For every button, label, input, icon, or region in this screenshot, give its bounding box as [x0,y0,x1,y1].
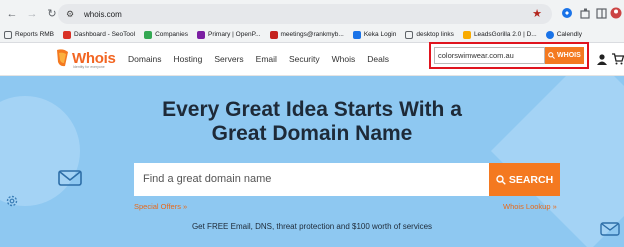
bookmark-item[interactable]: Reports RMB [4,30,54,39]
bookmark-item[interactable]: Keka Login [352,30,396,39]
free-services-text: Get FREE Email, DNS, threat protection a… [191,222,433,231]
whois-search-button[interactable]: WHOIS [544,47,584,64]
back-icon[interactable]: ← [4,6,20,22]
companies-icon [144,30,153,39]
bookmark-item[interactable]: Calendly [545,30,582,39]
extensions-puzzle-icon[interactable] [578,6,592,20]
domain-search-input[interactable]: Find a great domain name [134,163,489,196]
nav-hosting[interactable]: Hosting [174,54,203,64]
whois-button-label: WHOIS [557,52,581,59]
bookmark-item[interactable]: Primary | OpenP... [196,30,261,39]
sidepanel-icon[interactable] [594,6,608,20]
hero-section: Every Great Idea Starts With a Great Dom… [0,76,624,247]
cart-icon[interactable] [612,53,624,65]
nav-email[interactable]: Email [256,54,277,64]
special-offers-link[interactable]: Special Offers » [134,202,187,211]
keka-icon [352,30,361,39]
folder-icon [4,30,12,39]
domain-search-button[interactable]: SEARCH [489,163,560,196]
bookmark-item[interactable]: LeadsGorilla 2.0 | D... [462,30,537,39]
url-text: whois.com [84,9,122,19]
domain-search: Find a great domain name SEARCH [134,163,560,196]
bookmark-star-icon[interactable]: ★ [532,7,542,20]
logo-text: Whois [72,49,116,67]
hero-headline: Every Great Idea Starts With a [162,98,462,121]
header-whois-search: colorswimwear.com.au WHOIS [429,42,589,69]
nav-security[interactable]: Security [289,54,320,64]
hero-headline: Great Domain Name [211,122,413,145]
search-button-label: SEARCH [508,173,554,186]
logo-mark-icon [57,49,68,67]
bookmark-item[interactable]: meetings@rankmyb... [269,30,344,39]
nav-whois[interactable]: Whois [332,54,356,64]
leadsgorilla-icon [462,30,471,39]
address-bar[interactable]: ⚙ whois.com ★ [58,4,552,24]
whois-logo[interactable]: Whois Identity for everyone [55,48,116,69]
calendly-icon [545,30,554,39]
whois-search-input[interactable]: colorswimwear.com.au [434,47,545,64]
gear-icon [6,195,18,207]
bookmarks-bar: Reports RMB Dashboard - SeoTool Companie… [0,27,624,43]
nav-servers[interactable]: Servers [214,54,243,64]
bookmark-item[interactable]: desktop links [405,30,454,39]
nav-deals[interactable]: Deals [367,54,389,64]
logo-tagline: Identity for everyone [73,65,105,69]
user-icon[interactable] [596,53,608,65]
browser-toolbar: ← → ↻ ⚙ whois.com ★ [0,0,624,27]
whois-lookup-link[interactable]: Whois Lookup » [503,202,557,211]
profile-icon[interactable] [609,6,623,20]
extension-icon[interactable] [560,6,574,20]
folder-icon [405,30,414,39]
openphone-icon [196,30,205,39]
nav-domains[interactable]: Domains [128,54,162,64]
seotool-icon [63,30,72,39]
gmail-icon [269,30,278,39]
forward-icon[interactable]: → [24,6,40,22]
search-icon [548,52,555,59]
site-info-icon[interactable]: ⚙ [66,8,78,20]
bookmark-item[interactable]: Dashboard - SeoTool [63,30,135,39]
search-icon [496,174,506,185]
envelope-icon [58,170,82,186]
bookmark-item[interactable]: Companies [144,30,188,39]
main-nav: Domains Hosting Servers Email Security W… [128,54,401,64]
